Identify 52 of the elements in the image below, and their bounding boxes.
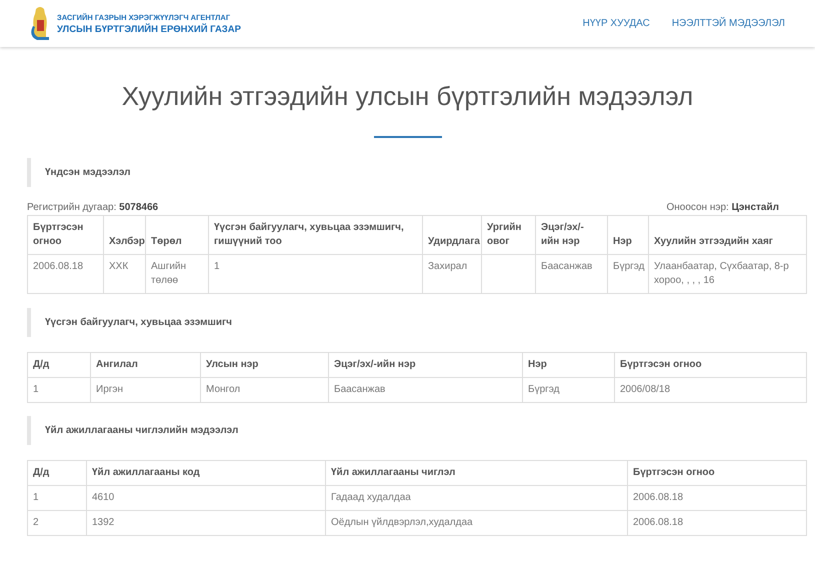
table-cell: Ашгийн төлөө <box>151 261 186 286</box>
table-cell: 1392 <box>92 517 114 528</box>
column-header: Бүртгэсэн огноо <box>614 352 806 378</box>
title-underline <box>374 136 442 138</box>
column-header: Хэлбэр <box>104 216 146 254</box>
table-cell: 4610 <box>92 492 114 503</box>
table-cell: Баасанжав <box>334 384 386 395</box>
table-cell: 2006.08.18 <box>633 517 684 528</box>
table-cell: Бүргэд <box>613 261 644 272</box>
table-cell: Оёдлын үйлдвэрлэл,худалдаа <box>331 517 473 528</box>
table-cell: Монгол <box>206 384 240 395</box>
column-header: Эцэг/эх/-ийн нэр <box>536 216 608 254</box>
column-header: Хуулийн этгээдийн хаяг <box>648 216 806 254</box>
column-header: Үйл ажиллагааны код <box>86 460 326 486</box>
table-cell: Иргэн <box>96 384 124 395</box>
logo-icon <box>29 6 51 42</box>
table-cell: Баасанжав <box>541 261 592 272</box>
column-header: Төрөл <box>146 216 208 254</box>
table-cell: Гадаад худалдаа <box>331 492 411 503</box>
column-header: Ангилал <box>90 352 200 378</box>
table-cell: Захирал <box>428 261 468 272</box>
column-header: Үйл ажиллагааны чиглэл <box>326 460 628 486</box>
column-header: Нэр <box>608 216 648 254</box>
assigned-name: Оноосон нэр: Цэнстайл <box>666 201 779 215</box>
table-cell: 1 <box>33 492 39 503</box>
column-header: Ургийн овог <box>482 216 536 254</box>
column-header: Улсын нэр <box>200 352 328 378</box>
page-title: Хуулийн этгээдийн улсын бүртгэлийн мэдээлэл <box>120 80 694 112</box>
table-cell: 2 <box>33 517 39 528</box>
column-header: Үүсгэн байгуулагч, хувьцаа эзэмшигч, гишүүний тоо <box>208 216 422 254</box>
table-cell: 2006.08.18 <box>633 492 684 503</box>
column-header: Д/д <box>28 352 90 378</box>
table-cell: Улаанбаатар, Сүхбаатар, 8-р хороо, , , , 16 <box>654 261 789 286</box>
agency-name: УЛСЫН БҮРТГЭЛИЙН ЕРӨНХИЙ ГАЗАР <box>57 22 241 36</box>
section-heading: Үндсэн мэдээлэл <box>27 158 779 187</box>
column-header: Нэр <box>522 352 614 378</box>
column-header: Удирдлага <box>422 216 482 254</box>
nav-link[interactable]: НЭЭЛТТЭЙ МЭДЭЭЛЭЛ <box>672 16 785 31</box>
section-heading: Үйл ажиллагааны чиглэлийн мэдээлэл <box>27 416 779 445</box>
column-header: Бүртгэсэн огноо <box>628 460 806 486</box>
section-heading: Үүсгэн байгуулагч, хувьцаа эзэмшигч <box>27 308 779 337</box>
column-header: Эцэг/эх/-ийн нэр <box>328 352 522 378</box>
table-cell: 1 <box>33 384 39 395</box>
table-cell: 1 <box>214 261 220 272</box>
column-header: Д/д <box>28 460 86 486</box>
table-cell: 2006/08/18 <box>620 384 670 395</box>
table-cell: Бүргэд <box>528 384 560 395</box>
nav-link[interactable]: НҮҮР ХУУДАС <box>582 16 650 31</box>
column-header: Бүртгэсэн огноо <box>28 216 104 254</box>
table-cell: 2006.08.18 <box>33 261 84 272</box>
registration-number: Регистрийн дугаар: 5078466 <box>27 201 158 215</box>
table-cell: ХХК <box>109 261 128 272</box>
